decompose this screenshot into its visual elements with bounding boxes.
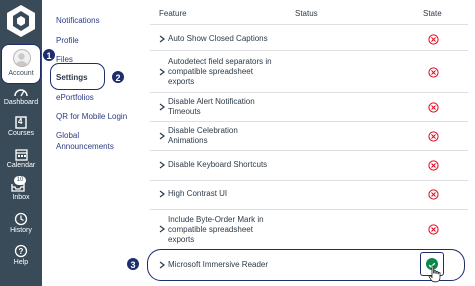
column-header-status: Status [295, 9, 318, 18]
state-off-icon[interactable] [428, 67, 439, 78]
state-off-icon[interactable] [428, 224, 439, 235]
nav-label: Courses [7, 130, 35, 137]
submenu-qr-login[interactable]: QR for Mobile Login [56, 112, 127, 122]
state-off-icon[interactable] [428, 189, 439, 200]
chevron-right-icon[interactable] [159, 132, 165, 140]
nav-label: Help [13, 259, 29, 266]
row-divider [150, 92, 468, 93]
state-off-icon[interactable] [428, 34, 439, 45]
nav-label: Inbox [12, 194, 30, 201]
nav-label: History [10, 227, 32, 234]
settings-highlight [50, 63, 105, 90]
svg-text:?: ? [19, 247, 24, 256]
step-marker-1: 1 [42, 48, 56, 62]
nav-label: Calendar [6, 162, 36, 169]
nav-help[interactable]: ? Help [0, 244, 42, 266]
row-divider [150, 50, 468, 51]
feature-label: Autodetect field separators in compatible… [168, 57, 272, 86]
submenu-profile[interactable]: Profile [56, 36, 79, 46]
submenu-eportfolios[interactable]: ePortfolios [56, 93, 94, 103]
feature-label: Disable Celebration Animations [168, 126, 238, 145]
step-marker-3: 3 [126, 257, 140, 271]
calendar-icon [14, 149, 28, 161]
chevron-right-icon[interactable] [159, 103, 165, 111]
chevron-right-icon[interactable] [159, 190, 165, 198]
courses-badge: 4 [18, 117, 23, 126]
global-navigation: Account Dashboard 4 Courses Calendar 10 … [0, 0, 42, 286]
nav-courses[interactable]: 4 Courses [0, 116, 42, 137]
feature-label: Auto Show Closed Captions [168, 34, 268, 43]
state-off-icon[interactable] [428, 160, 439, 171]
row-divider [150, 150, 468, 151]
nav-account[interactable]: Account [1, 44, 41, 84]
history-icon [14, 212, 28, 226]
chevron-right-icon[interactable] [159, 261, 165, 269]
dashboard-icon [14, 89, 28, 97]
nav-history[interactable]: History [0, 212, 42, 234]
nav-label: Dashboard [3, 99, 39, 106]
chevron-right-icon[interactable] [159, 225, 165, 233]
chevron-right-icon[interactable] [159, 161, 165, 169]
nav-calendar[interactable]: Calendar [0, 148, 42, 169]
row-divider [150, 180, 468, 181]
nav-dashboard[interactable]: Dashboard [0, 86, 42, 106]
canvas-logo-icon[interactable] [6, 4, 36, 38]
state-off-icon[interactable] [428, 131, 439, 142]
submenu-global-announcements-line2[interactable]: Announcements [56, 142, 114, 152]
chevron-right-icon[interactable] [159, 35, 165, 43]
column-header-state: State [423, 9, 442, 18]
submenu-global-announcements[interactable]: Global [56, 131, 79, 141]
feature-label: High Contrast UI [168, 189, 228, 198]
chevron-right-icon[interactable] [159, 68, 165, 76]
column-header-feature: Feature [159, 9, 187, 18]
feature-label: Disable Alert Notification Timeouts [168, 97, 255, 116]
step-marker-2: 2 [111, 70, 125, 84]
row-divider [150, 121, 468, 122]
feature-label: Disable Keyboard Shortcuts [168, 160, 268, 169]
hand-cursor-icon [428, 265, 441, 283]
inbox-badge: 10 [14, 176, 26, 185]
help-icon: ? [14, 244, 28, 258]
nav-label: Account [8, 70, 34, 77]
row-divider [150, 209, 468, 210]
header-divider [150, 24, 468, 25]
submenu-notifications[interactable]: Notifications [56, 16, 100, 26]
feature-label: Microsoft Immersive Reader [168, 260, 269, 269]
user-avatar-icon [13, 49, 31, 67]
nav-inbox[interactable]: 10 Inbox [0, 176, 42, 201]
feature-label: Include Byte-Order Mark in compatible spr… [168, 215, 264, 244]
state-off-icon[interactable] [428, 102, 439, 113]
